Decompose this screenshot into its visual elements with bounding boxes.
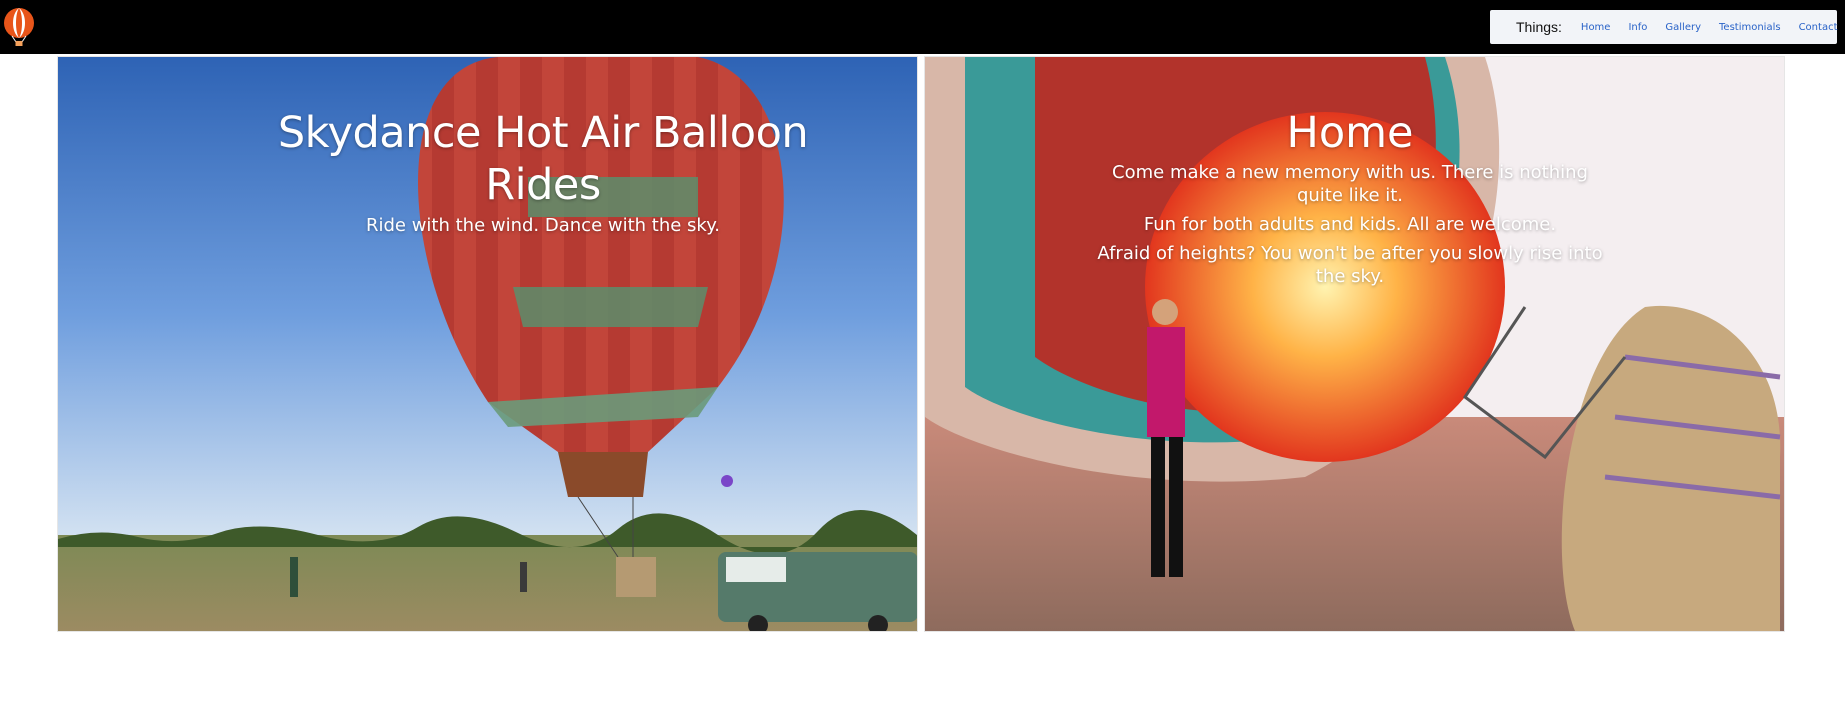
- nav-link-contact[interactable]: Contact: [1799, 22, 1838, 33]
- home-line-afraid: Afraid of heights? You won't be after yo…: [1097, 243, 1603, 287]
- hero-panel: Skydance Hot Air Balloon Rides Ride with…: [57, 56, 918, 632]
- nav-link-gallery[interactable]: Gallery: [1665, 22, 1701, 33]
- nav-link-testimonials[interactable]: Testimonials: [1719, 22, 1781, 33]
- nav-menu: Things: Home Info Gallery Testimonials C…: [1490, 10, 1837, 44]
- site-title: Skydance Hot Air Balloon Rides: [277, 108, 809, 210]
- home-line-memory: Come make a new memory with us. There is…: [1112, 162, 1588, 206]
- home-heading: Home: [1286, 108, 1414, 158]
- nav-link-home[interactable]: Home: [1581, 22, 1611, 33]
- hero-text-overlay: Skydance Hot Air Balloon Rides Ride with…: [228, 107, 858, 236]
- top-navigation-bar: Things: Home Info Gallery Testimonials C…: [0, 0, 1845, 54]
- nav-link-info[interactable]: Info: [1628, 22, 1647, 33]
- home-line-fun: Fun for both adults and kids. All are we…: [1143, 214, 1557, 235]
- site-tagline: Ride with the wind. Dance with the sky.: [365, 215, 721, 236]
- home-panel: Home Come make a new memory with us. The…: [924, 56, 1785, 632]
- nav-label: Things:: [1516, 19, 1562, 35]
- home-text-overlay: Home Come make a new memory with us. The…: [1095, 107, 1605, 294]
- balloon-logo-icon[interactable]: [2, 6, 36, 48]
